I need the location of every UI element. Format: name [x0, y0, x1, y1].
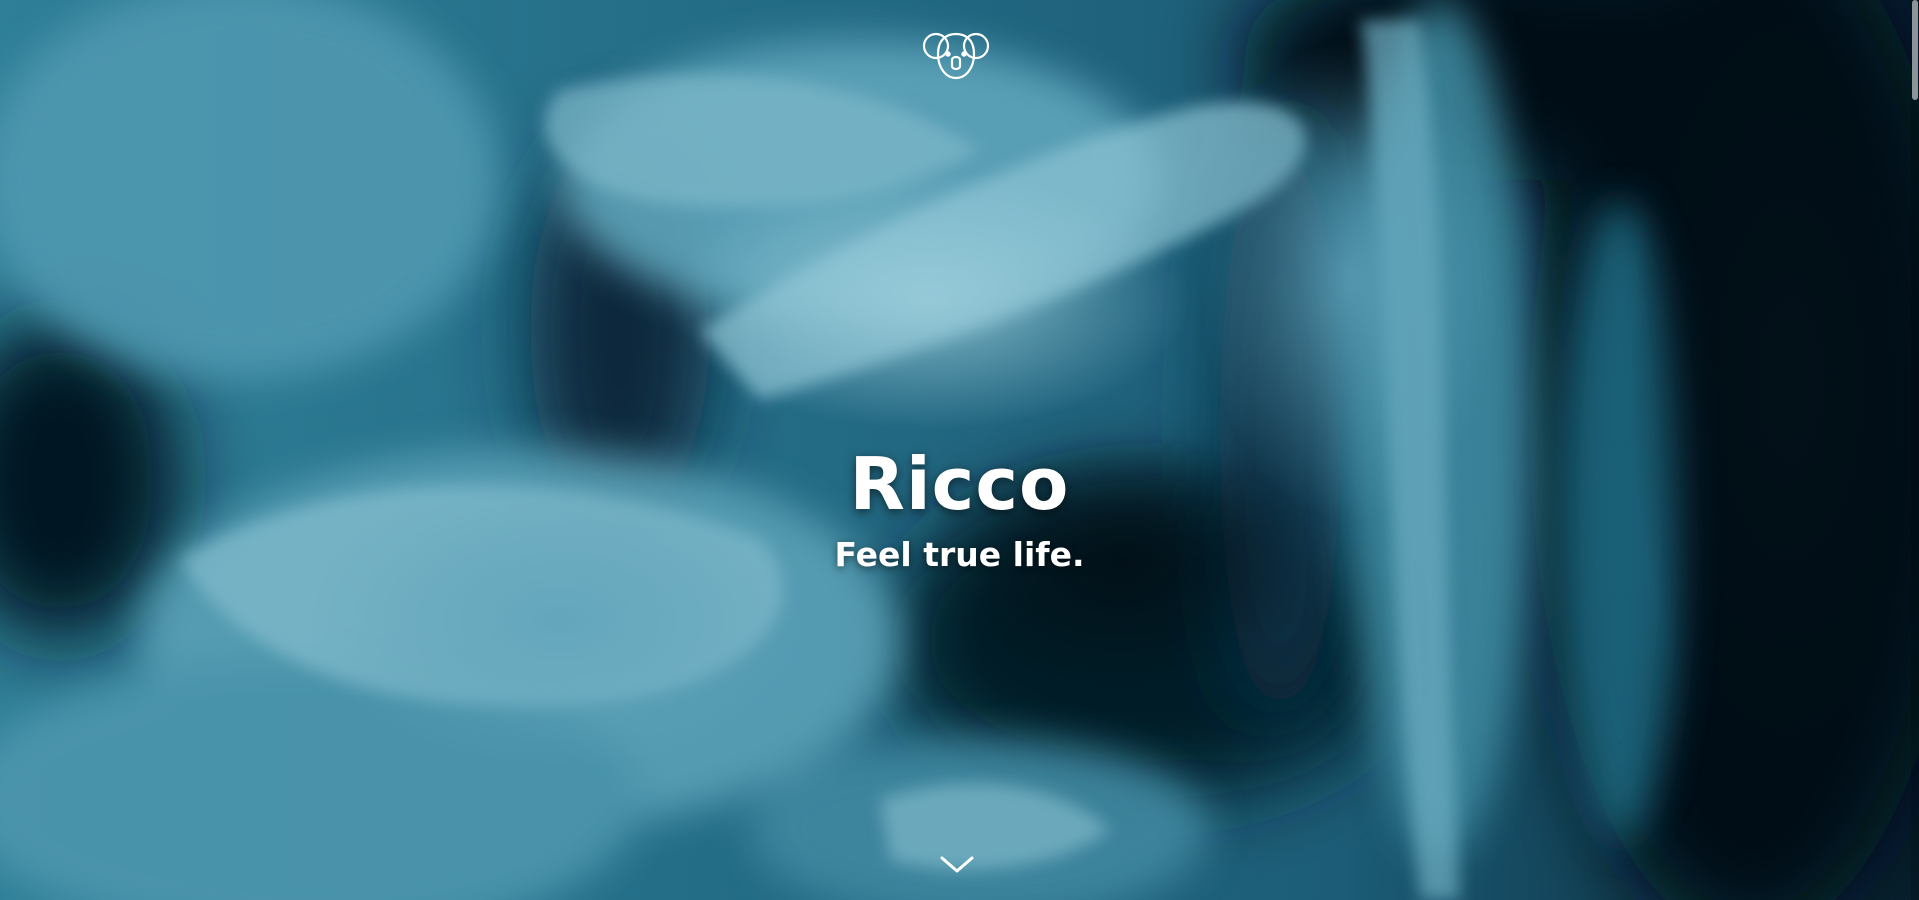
page-title: Ricco — [849, 442, 1070, 527]
koala-logo-icon[interactable] — [922, 26, 990, 82]
scrollbar[interactable] — [1911, 0, 1919, 900]
chevron-down-icon[interactable] — [938, 852, 976, 876]
scrollbar-thumb[interactable] — [1912, 0, 1918, 100]
tagline: Feel true life. — [834, 535, 1085, 574]
hero-section: Ricco Feel true life. — [0, 0, 1919, 900]
